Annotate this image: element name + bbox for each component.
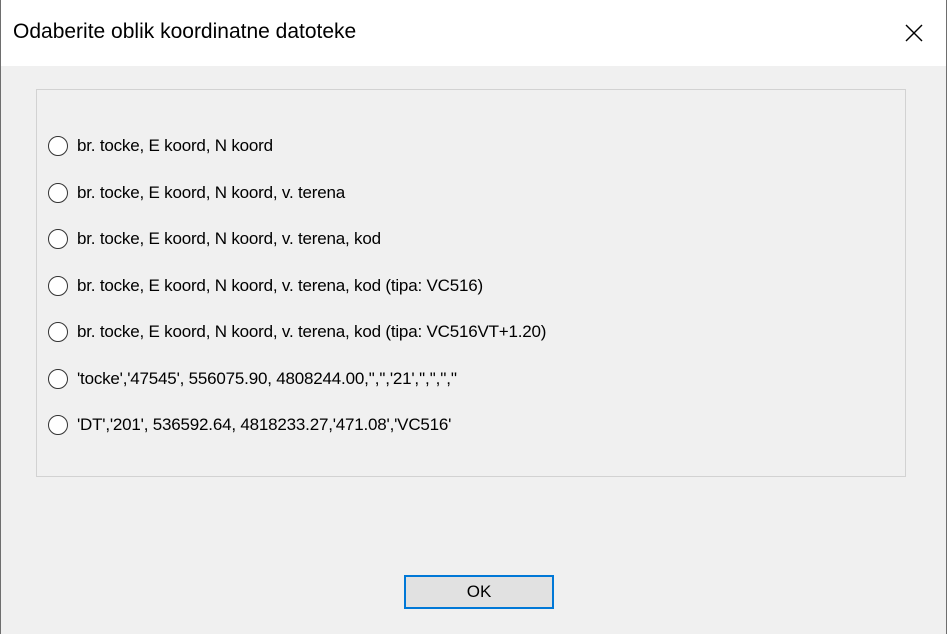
- dialog-title: Odaberite oblik koordinatne datoteke: [13, 20, 357, 43]
- option-label: br. tocke, E koord, N koord, v. terena, …: [77, 276, 483, 295]
- radio-button[interactable]: [48, 322, 68, 342]
- option-format-4[interactable]: br. tocke, E koord, N koord, v. terena, …: [48, 273, 483, 299]
- close-button[interactable]: [881, 0, 947, 66]
- ok-button[interactable]: OK: [404, 575, 554, 609]
- close-icon: [905, 24, 923, 42]
- radio-button[interactable]: [48, 276, 68, 296]
- option-format-2[interactable]: br. tocke, E koord, N koord, v. terena: [48, 180, 345, 206]
- title-bar: Odaberite oblik koordinatne datoteke: [1, 0, 946, 66]
- format-options-group: br. tocke, E koord, N koord br. tocke, E…: [36, 89, 906, 477]
- option-label: br. tocke, E koord, N koord: [77, 136, 273, 155]
- option-format-1[interactable]: br. tocke, E koord, N koord: [48, 133, 273, 159]
- radio-button[interactable]: [48, 415, 68, 435]
- radio-button[interactable]: [48, 136, 68, 156]
- radio-button[interactable]: [48, 369, 68, 389]
- option-format-7[interactable]: 'DT','201', 536592.64, 4818233.27,'471.0…: [48, 412, 451, 438]
- option-format-3[interactable]: br. tocke, E koord, N koord, v. terena, …: [48, 226, 381, 252]
- dialog-window: Odaberite oblik koordinatne datoteke br.…: [0, 0, 947, 634]
- option-format-5[interactable]: br. tocke, E koord, N koord, v. terena, …: [48, 319, 546, 345]
- option-label: br. tocke, E koord, N koord, v. terena, …: [77, 229, 381, 248]
- option-label: br. tocke, E koord, N koord, v. terena: [77, 183, 345, 202]
- option-format-6[interactable]: 'tocke','47545', 556075.90, 4808244.00,'…: [48, 366, 457, 392]
- option-label: 'tocke','47545', 556075.90, 4808244.00,'…: [77, 369, 457, 388]
- radio-button[interactable]: [48, 183, 68, 203]
- radio-button[interactable]: [48, 229, 68, 249]
- option-label: 'DT','201', 536592.64, 4818233.27,'471.0…: [77, 415, 452, 434]
- option-label: br. tocke, E koord, N koord, v. terena, …: [77, 322, 547, 341]
